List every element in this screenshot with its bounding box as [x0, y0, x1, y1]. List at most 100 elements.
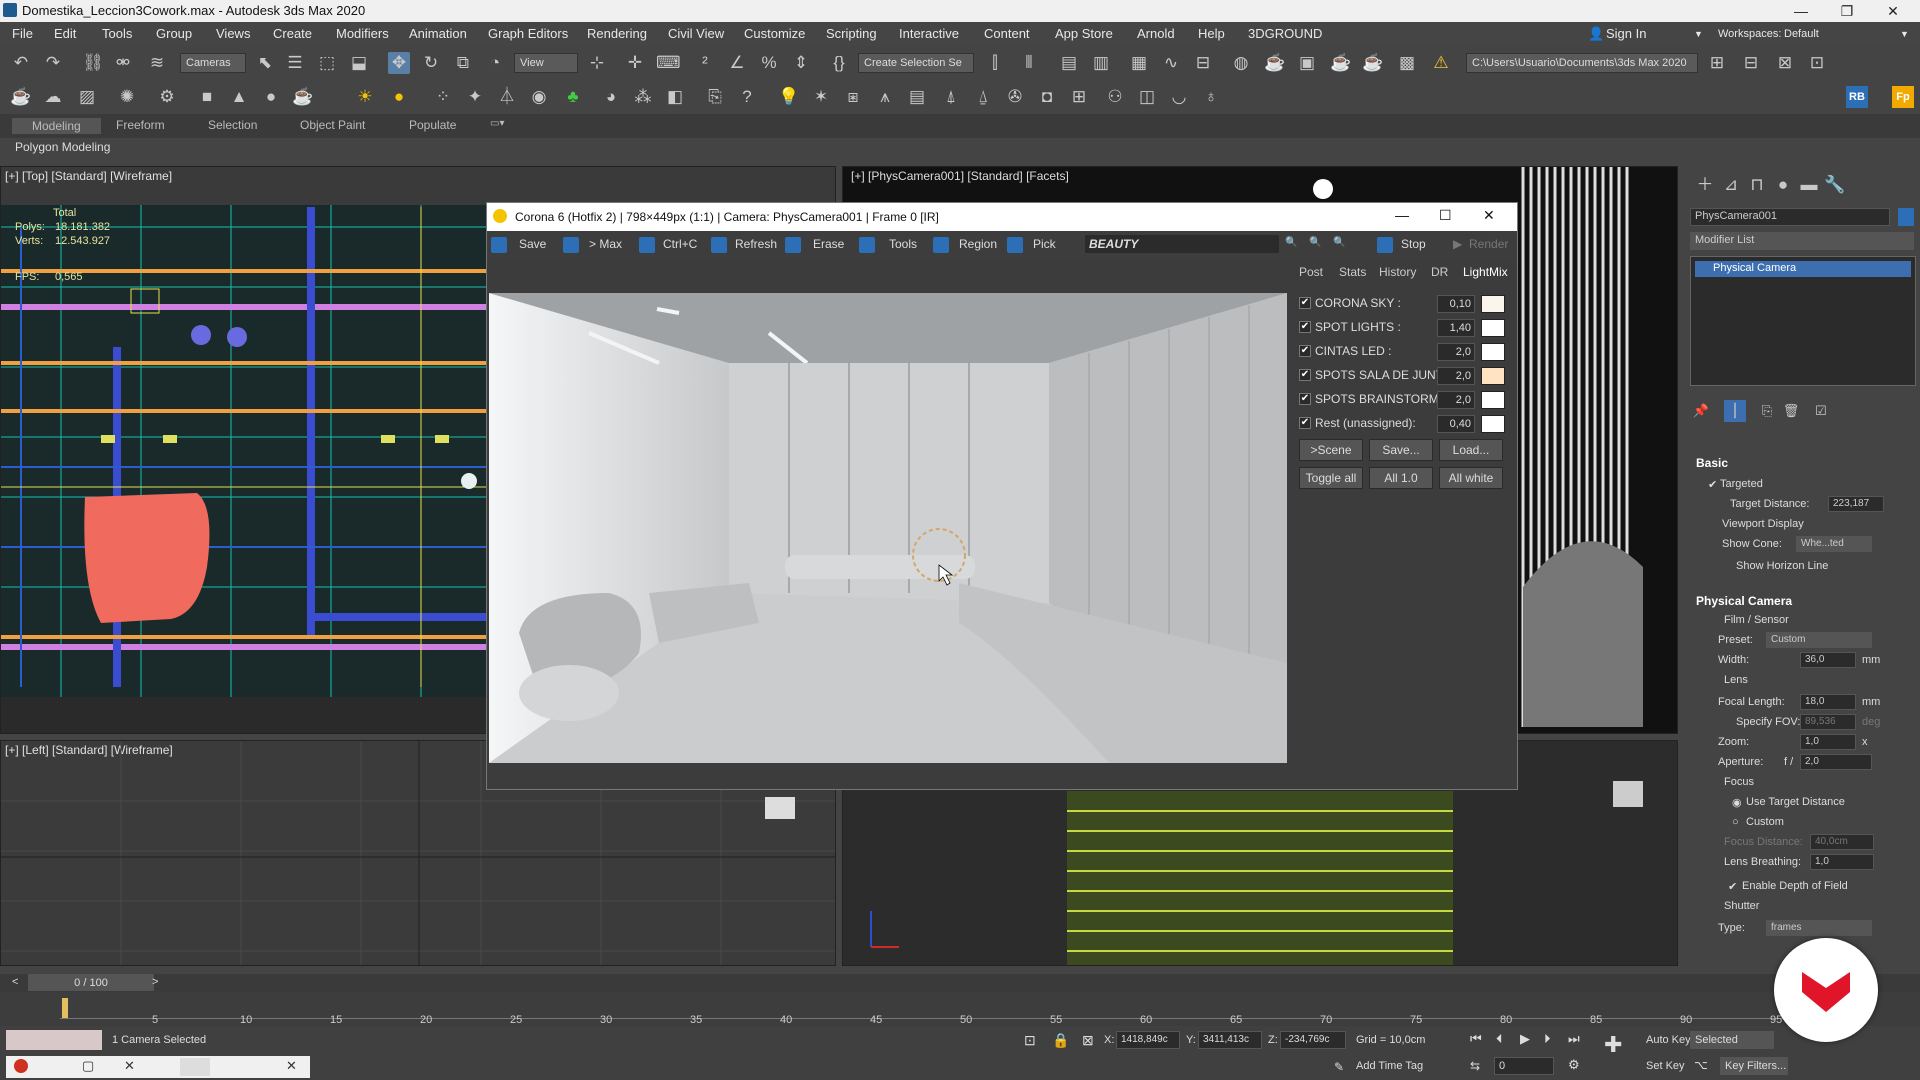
all-white-button[interactable]: All white	[1439, 467, 1503, 489]
plant-icon[interactable]: ♣	[562, 86, 584, 108]
scatter-icon[interactable]: ⁘	[432, 86, 454, 108]
cloud-icon[interactable]: ☁	[42, 86, 64, 108]
percent-snap-icon[interactable]: %	[758, 52, 780, 74]
polygon-modeling-label[interactable]: Polygon Modeling	[15, 140, 110, 154]
menu-tools[interactable]: Tools	[102, 26, 132, 41]
zoom-fit-icon[interactable]: 🔍	[1333, 237, 1345, 248]
render-button[interactable]: Render	[1469, 237, 1508, 251]
key-filters-button[interactable]: Key Filters...	[1720, 1057, 1788, 1075]
lightmix-intensity[interactable]: 2,0	[1437, 367, 1475, 385]
preset-dropdown[interactable]: Custom	[1766, 632, 1872, 648]
project-settings-icon[interactable]: ⊠	[1774, 52, 1796, 74]
maximize-button[interactable]: ☐	[1439, 207, 1452, 224]
pivot-center-icon[interactable]: ⊹	[586, 52, 608, 74]
edit-named-selection-icon[interactable]: {}	[828, 52, 850, 74]
multimap-icon[interactable]: ⁂	[632, 86, 654, 108]
keyboard-shortcut-icon[interactable]: ⌨	[656, 52, 681, 74]
lightmix-intensity[interactable]: 0,10	[1437, 295, 1475, 313]
create-tab-icon[interactable]: ＋	[1694, 174, 1716, 196]
tree-icon[interactable]: ⍋	[940, 86, 962, 108]
lightmix-color-swatch[interactable]	[1481, 367, 1505, 385]
add-time-tag[interactable]: Add Time Tag	[1356, 1060, 1423, 1072]
auto-key-button[interactable]: Auto Key	[1646, 1034, 1691, 1046]
menu-animation[interactable]: Animation	[409, 26, 467, 41]
zoom-field[interactable]: 1,0	[1800, 734, 1856, 750]
radio-empty-icon[interactable]: ○	[1732, 816, 1739, 828]
utilities-tab-icon[interactable]: 🔧	[1824, 174, 1846, 196]
workspace-dropdown[interactable]: Default	[1784, 28, 1819, 40]
menu-customize[interactable]: Customize	[744, 26, 805, 41]
tab-post[interactable]: Post	[1299, 265, 1323, 279]
grid-icon[interactable]: ⊞	[1068, 86, 1090, 108]
sign-in-button[interactable]: Sign In	[1606, 26, 1646, 41]
undo-icon[interactable]: ↶	[10, 52, 32, 74]
lamp-icon[interactable]: ✶	[810, 86, 832, 108]
key-filter-icon[interactable]: ⌥	[1694, 1058, 1708, 1072]
max-thumbnail-icon[interactable]	[180, 1058, 210, 1076]
set-key-button[interactable]: Set Key	[1646, 1060, 1685, 1072]
chevron-down-icon[interactable]: ▼	[1694, 29, 1703, 39]
material-ball-icon[interactable]: ◕	[600, 86, 622, 108]
frame-icon[interactable]: ◫	[1136, 86, 1158, 108]
z-coordinate-field[interactable]: -234,769c	[1280, 1031, 1346, 1049]
motion-tab-icon[interactable]: ●	[1772, 174, 1794, 196]
mirror-icon[interactable]: ⫿	[984, 52, 1006, 74]
prev-frame-icon[interactable]: <	[12, 976, 18, 988]
chevron-down-icon[interactable]: ▼	[1900, 29, 1909, 39]
stop-button[interactable]: Stop	[1401, 237, 1426, 251]
lightmix-enable-checkbox[interactable]: ✔	[1299, 393, 1311, 405]
to-max-button[interactable]: > Max	[589, 237, 622, 251]
tab-modeling[interactable]: Modeling	[12, 118, 101, 134]
menu-graph-editors[interactable]: Graph Editors	[488, 26, 568, 41]
use-target-distance-radio[interactable]: Use Target Distance	[1746, 796, 1845, 808]
tab-freeform[interactable]: Freeform	[116, 118, 165, 132]
bottle-icon[interactable]: ⍙	[972, 86, 994, 108]
radio-selected-icon[interactable]: ◉	[1732, 796, 1742, 809]
tab-object-paint[interactable]: Object Paint	[300, 118, 365, 132]
lightmix-enable-checkbox[interactable]: ✔	[1299, 297, 1311, 309]
box-icon[interactable]: ■	[196, 86, 218, 108]
rect-selection-icon[interactable]: ⬚	[316, 52, 338, 74]
select-object-icon[interactable]: ⬉	[254, 52, 276, 74]
width-field[interactable]: 36,0	[1800, 652, 1856, 668]
lightmix-color-swatch[interactable]	[1481, 295, 1505, 313]
move-icon[interactable]: ✥	[388, 52, 410, 74]
sun-icon[interactable]: ☀	[354, 86, 376, 108]
warning-icon[interactable]: ⚠	[1430, 52, 1452, 74]
window-icon[interactable]: ▢	[82, 1058, 94, 1074]
targeted-checkbox[interactable]: Targeted	[1720, 478, 1763, 490]
menu-help[interactable]: Help	[1198, 26, 1225, 41]
hierarchy-tab-icon[interactable]: ⊓	[1746, 174, 1768, 196]
material-icon[interactable]: ◉	[528, 86, 550, 108]
lightmix-enable-checkbox[interactable]: ✔	[1299, 321, 1311, 333]
save-button[interactable]: Save	[519, 237, 546, 251]
time-cursor[interactable]	[62, 998, 68, 1018]
target-distance-field[interactable]: 223,187	[1828, 496, 1884, 512]
tools-button[interactable]: Tools	[889, 237, 917, 251]
show-horizon-checkbox[interactable]: Show Horizon Line	[1736, 560, 1828, 572]
close-button[interactable]: ✕	[1870, 1, 1916, 21]
make-unique-icon[interactable]: ⎘	[1756, 400, 1778, 422]
modifier-physical-camera[interactable]: Physical Camera	[1695, 261, 1911, 277]
project-export-icon[interactable]: ⊡	[1806, 52, 1828, 74]
sphere-icon[interactable]: ●	[260, 86, 282, 108]
fov-field[interactable]: 89,536	[1800, 714, 1856, 730]
display-tab-icon[interactable]: ▬	[1798, 174, 1820, 196]
unlink-icon[interactable]: ⚮	[112, 52, 134, 74]
menu-edit[interactable]: Edit	[54, 26, 76, 41]
tab-selection[interactable]: Selection	[208, 118, 257, 132]
restore-button[interactable]: ❐	[1824, 1, 1870, 21]
object-name-field[interactable]: PhysCamera001	[1690, 208, 1890, 226]
bulb-icon[interactable]: ♁	[1200, 86, 1222, 108]
lightmix-intensity[interactable]: 2,0	[1437, 391, 1475, 409]
play-icon[interactable]: ▶	[1520, 1031, 1530, 1047]
image-icon[interactable]: ▨	[76, 86, 98, 108]
focus-distance-field[interactable]: 40,0cm	[1810, 834, 1874, 850]
tab-lightmix[interactable]: LightMix	[1463, 265, 1508, 279]
rendered-frame-window-icon[interactable]: ▣	[1296, 52, 1318, 74]
modify-tab-icon[interactable]: ⊿	[1720, 174, 1742, 196]
lightmix-color-swatch[interactable]	[1481, 415, 1505, 433]
robot-icon[interactable]: ⚇	[1104, 86, 1126, 108]
y-coordinate-field[interactable]: 3411,413c	[1198, 1031, 1262, 1049]
render-iterative-icon[interactable]: ☕	[1362, 52, 1384, 74]
